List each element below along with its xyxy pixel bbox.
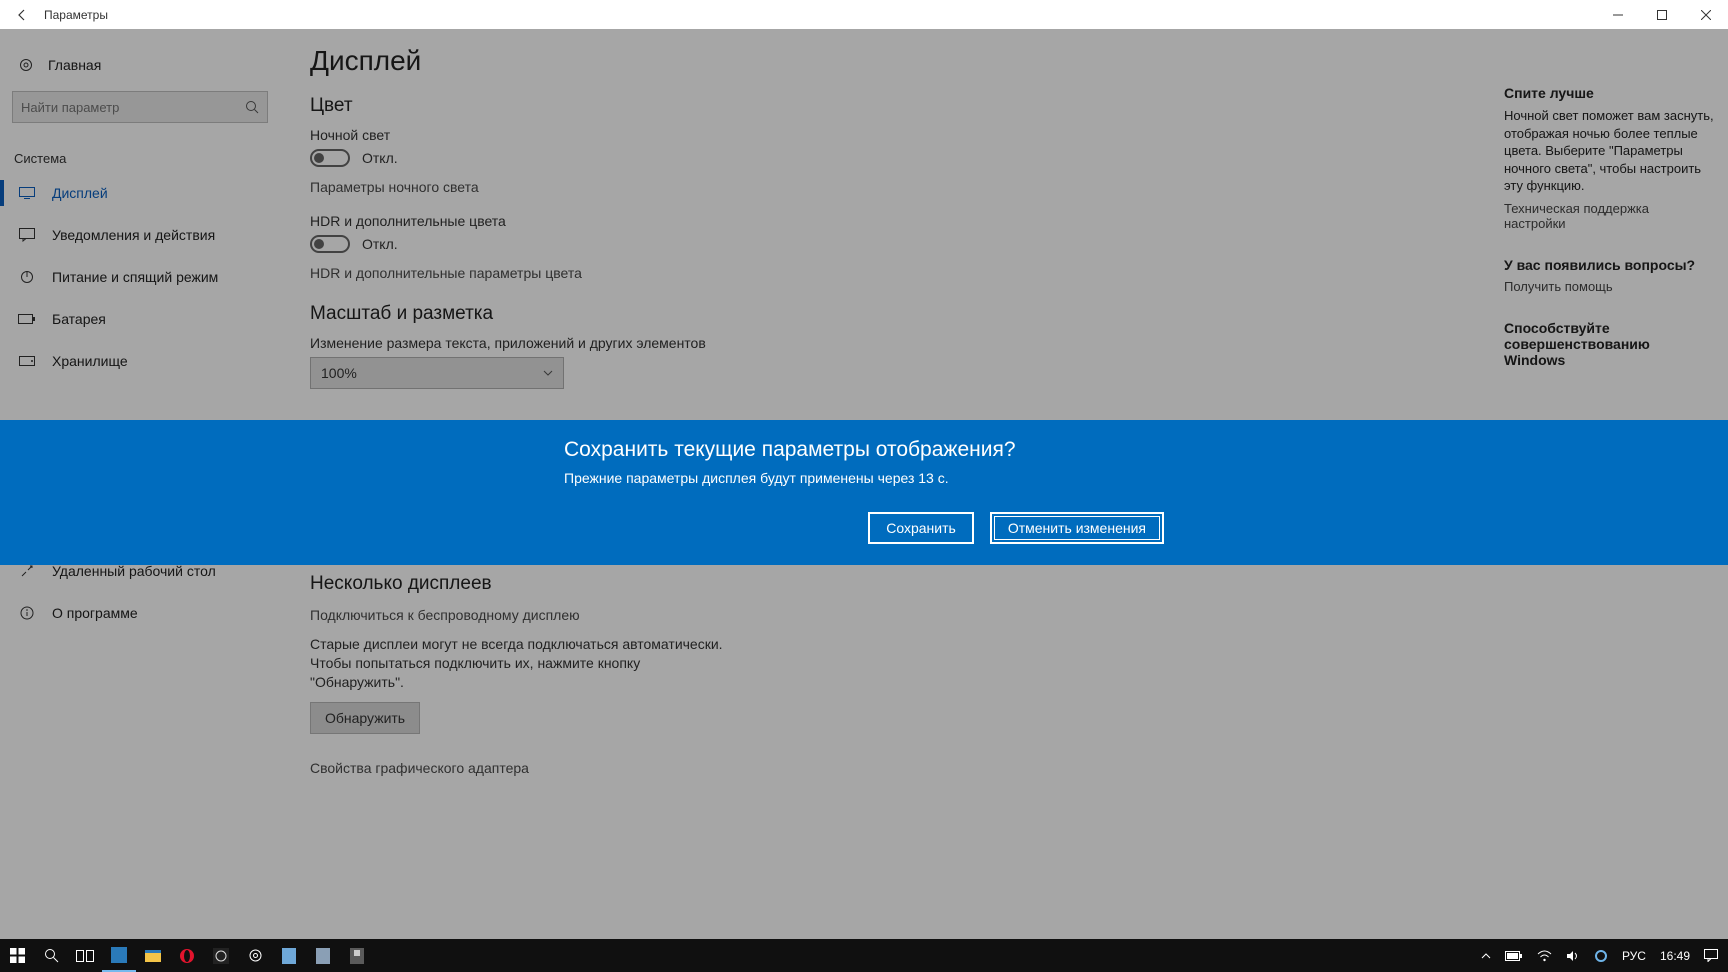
taskbar-app-opera[interactable] [170, 939, 204, 972]
tray-wifi-icon[interactable] [1533, 939, 1556, 972]
taskbar-app-6[interactable] [272, 939, 306, 972]
tray-app-icon[interactable] [1590, 939, 1612, 972]
dialog-revert-button[interactable]: Отменить изменения [990, 512, 1164, 544]
window-titlebar: Параметры [0, 0, 1728, 29]
minimize-button[interactable] [1596, 0, 1640, 29]
back-button[interactable] [8, 1, 36, 29]
taskbar-app-1[interactable] [102, 939, 136, 972]
taskbar: РУС 16:49 [0, 939, 1728, 972]
tray-battery-icon[interactable] [1501, 939, 1527, 972]
close-button[interactable] [1684, 0, 1728, 29]
start-button[interactable] [0, 939, 34, 972]
taskbar-app-settings[interactable] [238, 939, 272, 972]
dialog-save-button[interactable]: Сохранить [868, 512, 974, 544]
taskbar-app-explorer[interactable] [136, 939, 170, 972]
maximize-button[interactable] [1640, 0, 1684, 29]
taskbar-app-8[interactable] [340, 939, 374, 972]
tray-language[interactable]: РУС [1618, 939, 1650, 972]
dialog-title: Сохранить текущие параметры отображения? [564, 438, 1164, 462]
confirm-display-dialog: Сохранить текущие параметры отображения?… [0, 420, 1728, 565]
window-title: Параметры [44, 8, 108, 22]
taskbar-app-4[interactable] [204, 939, 238, 972]
taskbar-app-7[interactable] [306, 939, 340, 972]
tray-clock[interactable]: 16:49 [1656, 939, 1694, 972]
tray-volume-icon[interactable] [1562, 939, 1584, 972]
tray-chevron-icon[interactable] [1477, 939, 1495, 972]
taskbar-search-icon[interactable] [34, 939, 68, 972]
tray-notifications-icon[interactable] [1700, 939, 1722, 972]
task-view-icon[interactable] [68, 939, 102, 972]
dialog-body: Прежние параметры дисплея будут применен… [564, 470, 1164, 486]
